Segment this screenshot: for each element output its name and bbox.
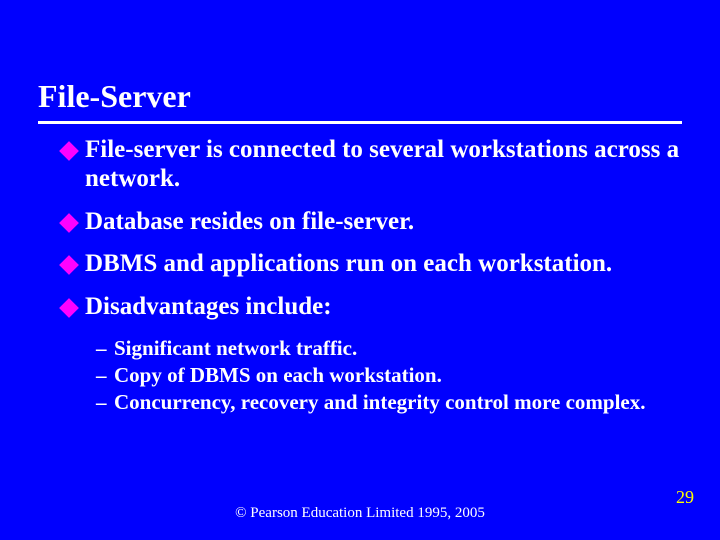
bullet-level2: – Significant network traffic. bbox=[96, 336, 680, 361]
page-number: 29 bbox=[676, 487, 694, 508]
bullet-text: Disadvantages include: bbox=[85, 293, 332, 322]
sub-bullet-text: Concurrency, recovery and integrity cont… bbox=[114, 390, 646, 415]
diamond-bullet-icon bbox=[59, 213, 79, 233]
dash-bullet-icon: – bbox=[96, 336, 114, 361]
title-underline bbox=[38, 121, 682, 124]
bullet-level2: – Copy of DBMS on each workstation. bbox=[96, 363, 680, 388]
bullet-text: File-server is connected to several work… bbox=[85, 136, 680, 194]
footer-copyright: © Pearson Education Limited 1995, 2005 bbox=[0, 505, 720, 522]
sub-bullet-text: Significant network traffic. bbox=[114, 336, 357, 361]
dash-bullet-icon: – bbox=[96, 390, 114, 415]
sub-bullet-text: Copy of DBMS on each workstation. bbox=[114, 363, 442, 388]
bullet-level1: Disadvantages include: bbox=[62, 293, 680, 322]
diamond-bullet-icon bbox=[59, 298, 79, 318]
bullet-level1: DBMS and applications run on each workst… bbox=[62, 250, 680, 279]
slide-title: File-Server bbox=[38, 78, 682, 115]
diamond-bullet-icon bbox=[59, 141, 79, 161]
sub-bullets: – Significant network traffic. – Copy of… bbox=[96, 336, 680, 416]
bullet-level1: Database resides on file-server. bbox=[62, 208, 680, 237]
bullet-level2: – Concurrency, recovery and integrity co… bbox=[96, 390, 680, 415]
dash-bullet-icon: – bbox=[96, 363, 114, 388]
title-area: File-Server bbox=[38, 78, 682, 124]
slide: File-Server File-server is connected to … bbox=[0, 0, 720, 540]
slide-body: File-server is connected to several work… bbox=[62, 136, 680, 417]
diamond-bullet-icon bbox=[59, 255, 79, 275]
bullet-text: Database resides on file-server. bbox=[85, 208, 414, 237]
bullet-level1: File-server is connected to several work… bbox=[62, 136, 680, 194]
bullet-text: DBMS and applications run on each workst… bbox=[85, 250, 612, 279]
